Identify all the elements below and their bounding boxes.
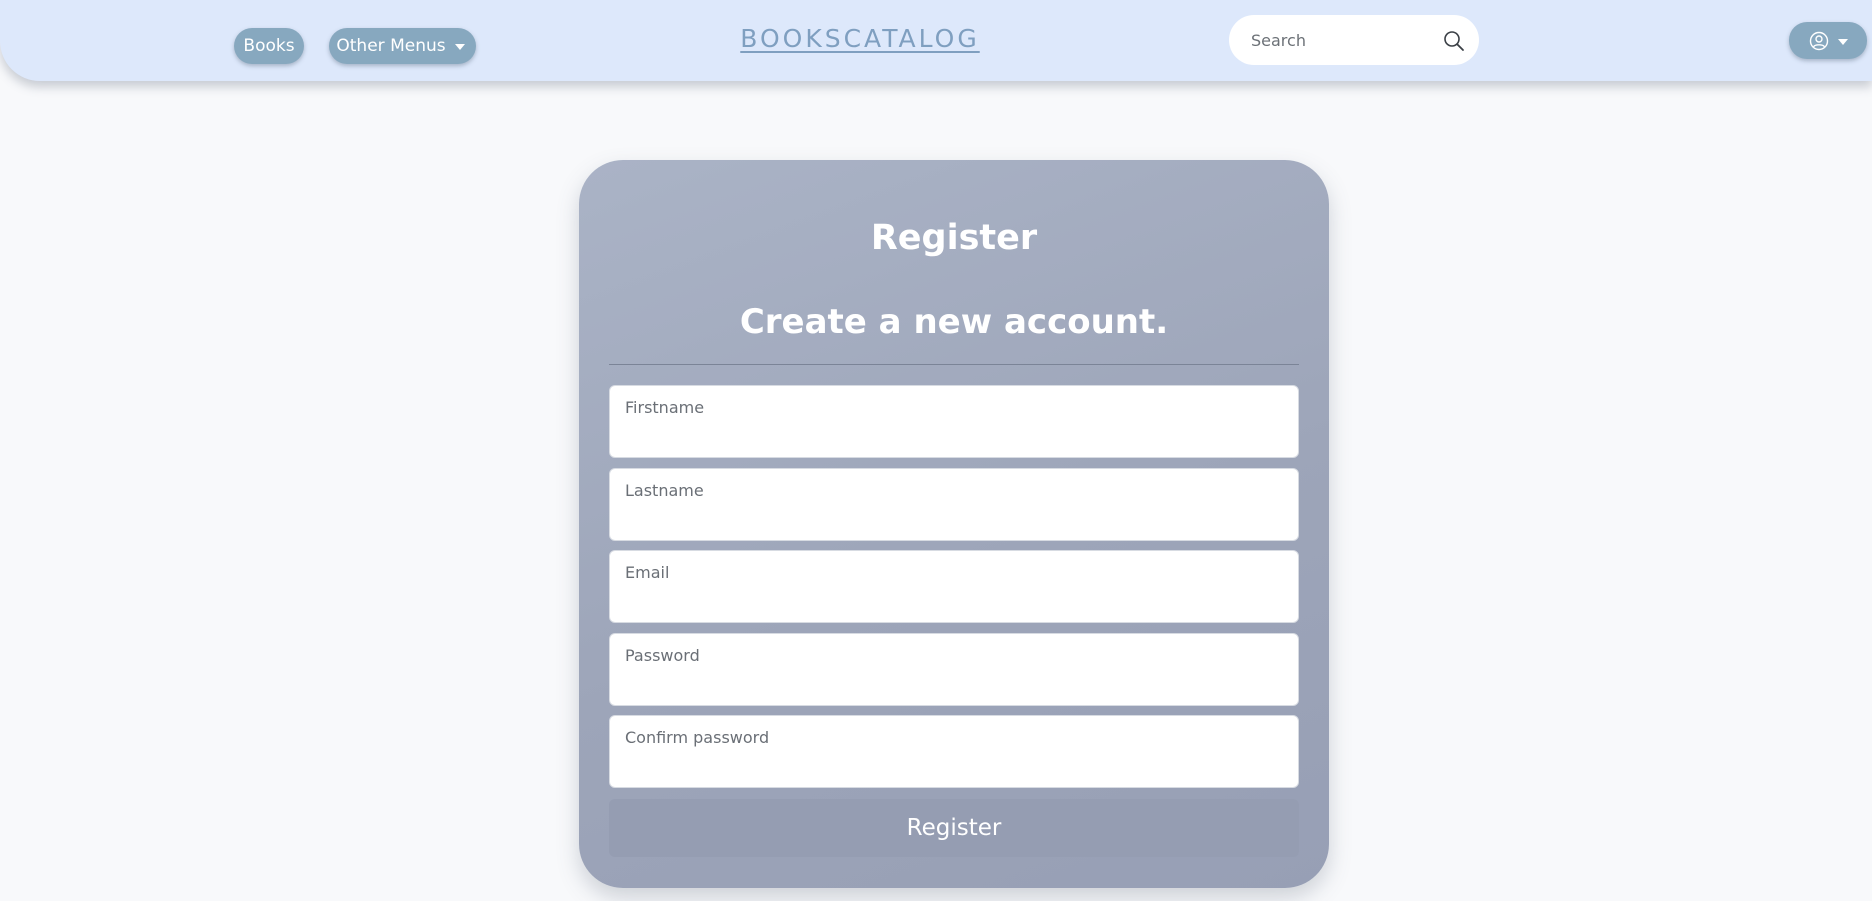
email-label: Email bbox=[625, 563, 670, 582]
firstname-field[interactable]: Firstname bbox=[609, 385, 1299, 458]
email-field[interactable]: Email bbox=[609, 550, 1299, 623]
register-subtitle: Create a new account. bbox=[739, 302, 1169, 342]
register-title: Register bbox=[870, 218, 1038, 258]
brand-link[interactable]: BOOKSCATALOG bbox=[700, 24, 1020, 53]
lastname-label: Lastname bbox=[625, 481, 704, 500]
firstname-input[interactable] bbox=[625, 422, 1280, 450]
user-menu-button[interactable] bbox=[1789, 22, 1867, 59]
firstname-label: Firstname bbox=[625, 398, 705, 417]
confirm-password-field[interactable]: Confirm password bbox=[609, 715, 1299, 788]
password-field[interactable]: Password bbox=[609, 633, 1299, 706]
lastname-field[interactable]: Lastname bbox=[609, 468, 1299, 541]
user-circle-icon bbox=[1809, 31, 1828, 50]
email-input[interactable] bbox=[625, 587, 1280, 615]
caret-down-icon bbox=[454, 44, 465, 50]
navbar: Books Other Menus BOOKSCATALOG bbox=[0, 0, 1872, 81]
register-card: Register Create a new account. Firstname… bbox=[579, 160, 1329, 888]
register-button[interactable]: Register bbox=[609, 799, 1299, 857]
search-input[interactable] bbox=[1251, 27, 1431, 53]
password-input[interactable] bbox=[625, 670, 1280, 698]
divider bbox=[609, 364, 1299, 365]
password-label: Password bbox=[625, 646, 700, 665]
confirm-password-label: Confirm password bbox=[625, 728, 770, 747]
search-box bbox=[1229, 15, 1479, 65]
lastname-input[interactable] bbox=[625, 505, 1280, 533]
other-menus-label: Other Menus bbox=[336, 36, 446, 56]
search-icon[interactable] bbox=[1442, 29, 1466, 53]
confirm-password-input[interactable] bbox=[625, 752, 1280, 780]
other-menus-dropdown[interactable]: Other Menus bbox=[329, 28, 476, 64]
caret-down-icon bbox=[1837, 38, 1848, 45]
books-button-label: Books bbox=[243, 36, 295, 56]
books-button[interactable]: Books bbox=[234, 28, 304, 64]
